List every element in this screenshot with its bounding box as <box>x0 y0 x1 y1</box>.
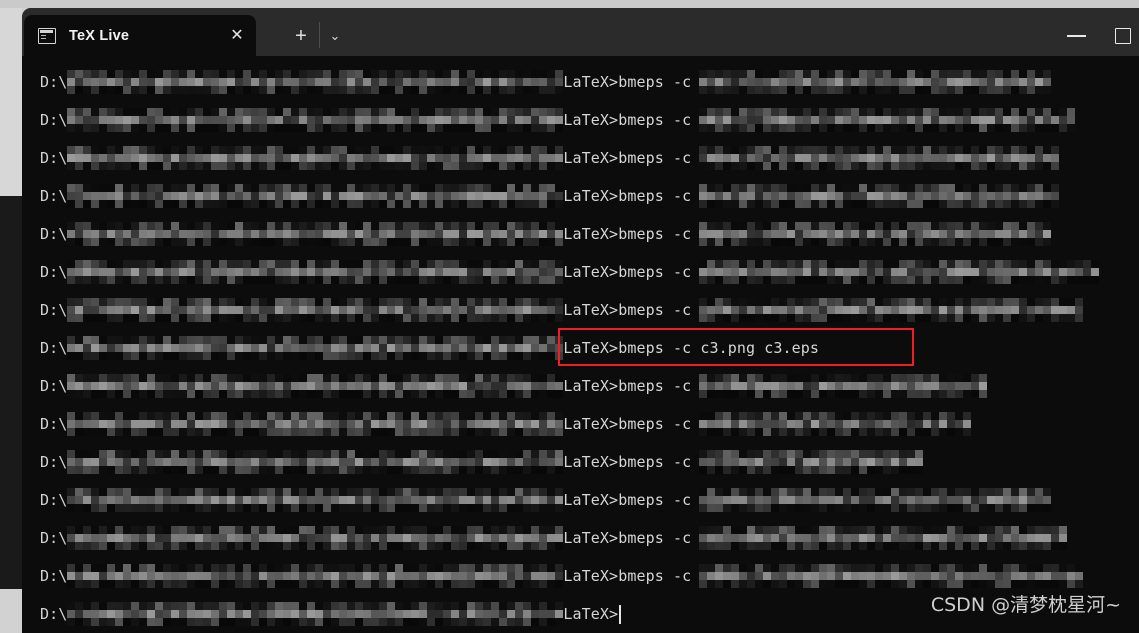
redacted-argument <box>699 298 1084 322</box>
prompt-drive: D:\ <box>40 149 68 167</box>
tab-tex-live[interactable]: TeX Live ✕ <box>24 15 256 56</box>
redacted-argument <box>699 108 1076 132</box>
command-text: LaTeX>bmeps -c <box>563 301 692 319</box>
backdrop-band-lower <box>0 589 22 633</box>
redacted-argument <box>699 184 1060 208</box>
close-tab-icon[interactable]: ✕ <box>226 25 248 47</box>
command-text: LaTeX>bmeps -c <box>563 415 692 433</box>
redacted-argument <box>699 70 1052 94</box>
command-text: LaTeX>bmeps -c <box>563 187 692 205</box>
title-bar: TeX Live ✕ + ⌄ <box>22 8 1139 56</box>
tab-title: TeX Live <box>69 27 130 44</box>
redacted-argument <box>699 374 988 398</box>
command-text: LaTeX>bmeps -c <box>563 263 692 281</box>
prompt-drive: D:\ <box>40 415 68 433</box>
redacted-argument <box>699 260 1100 284</box>
redacted-argument <box>699 488 1052 512</box>
console-line: D:\ LaTeX>bmeps -c <box>22 526 1068 550</box>
redacted-argument <box>699 146 1060 170</box>
command-text: LaTeX>bmeps -c <box>563 225 692 243</box>
console-line: D:\ LaTeX>bmeps -c <box>22 222 1052 246</box>
console-line: D:\ LaTeX>bmeps -c c3.png c3.eps <box>22 336 819 360</box>
text-cursor <box>619 604 621 624</box>
prompt-drive: D:\ <box>40 453 68 471</box>
highlighted-command: LaTeX>bmeps -c c3.png c3.eps <box>563 339 820 357</box>
console-line: D:\ LaTeX>bmeps -c <box>22 260 1100 284</box>
console-output[interactable]: D:\ LaTeX> D:\ LaTeX>bmeps -c D:\ LaTeX>bmeps… <box>22 56 1139 633</box>
chevron-down-icon[interactable]: ⌄ <box>322 24 348 48</box>
command-text: LaTeX>bmeps -c <box>563 73 692 91</box>
redacted-path <box>67 412 564 436</box>
redacted-argument <box>699 412 972 436</box>
desktop-backdrop-top <box>0 0 1139 8</box>
screen: TeX Live ✕ + ⌄ D:\ LaTeX> D:\ LaTeX>bmeps -… <box>0 0 1139 633</box>
redacted-path <box>67 602 564 626</box>
minimize-button[interactable] <box>1054 20 1100 50</box>
prompt-drive: D:\ <box>40 263 68 281</box>
redacted-argument <box>699 222 1052 246</box>
maximize-icon <box>1115 28 1131 44</box>
command-text: LaTeX>bmeps -c <box>563 111 692 129</box>
console-icon <box>38 27 56 44</box>
redacted-path <box>67 184 564 208</box>
maximize-button[interactable] <box>1100 20 1139 50</box>
redacted-path <box>67 336 564 360</box>
command-text: LaTeX>bmeps -c <box>563 567 692 585</box>
prompt-drive: D:\ <box>40 377 68 395</box>
watermark: CSDN @清梦枕星河~ <box>930 594 1121 616</box>
redacted-path <box>67 526 564 550</box>
redacted-path <box>67 146 564 170</box>
redacted-argument <box>699 450 924 474</box>
tabbar-divider <box>319 22 320 48</box>
prompt-drive: D:\ <box>40 73 68 91</box>
redacted-path <box>67 488 564 512</box>
prompt-drive: D:\ <box>40 301 68 319</box>
prompt-drive: D:\ <box>40 111 68 129</box>
redacted-path <box>67 298 564 322</box>
backdrop-band-upper <box>0 0 22 196</box>
command-text: LaTeX>bmeps -c <box>563 453 692 471</box>
redacted-argument <box>699 564 1084 588</box>
console-line: D:\ LaTeX>bmeps -c <box>22 450 924 474</box>
console-line: D:\ LaTeX>bmeps -c <box>22 70 1052 94</box>
prompt-drive: D:\ <box>40 605 68 623</box>
prompt-drive: D:\ <box>40 339 68 357</box>
command-text: LaTeX>bmeps -c <box>563 149 692 167</box>
command-text: LaTeX>bmeps -c <box>563 529 692 547</box>
console-line: D:\ LaTeX>bmeps -c <box>22 564 1084 588</box>
prompt-drive: D:\ <box>40 491 68 509</box>
redacted-path <box>67 108 564 132</box>
redacted-path <box>67 450 564 474</box>
terminal-window: TeX Live ✕ + ⌄ D:\ LaTeX> D:\ LaTeX>bmeps -… <box>22 8 1139 633</box>
prompt-drive: D:\ <box>40 529 68 547</box>
redacted-path <box>67 564 564 588</box>
redacted-path <box>67 222 564 246</box>
prompt-drive: D:\ <box>40 567 68 585</box>
minimize-icon <box>1067 35 1086 37</box>
command-text: LaTeX>bmeps -c <box>563 377 692 395</box>
redacted-path <box>67 260 564 284</box>
redacted-path <box>67 374 564 398</box>
command-text: LaTeX>bmeps -c <box>563 491 692 509</box>
console-line: D:\ LaTeX>bmeps -c <box>22 108 1076 132</box>
console-line: D:\ LaTeX>bmeps -c <box>22 146 1060 170</box>
redacted-argument <box>699 526 1068 550</box>
console-line: D:\ LaTeX> <box>22 602 621 626</box>
console-line: D:\ LaTeX>bmeps -c <box>22 184 1060 208</box>
desktop-backdrop-left <box>0 0 22 633</box>
command-text: LaTeX> <box>563 605 619 623</box>
prompt-drive: D:\ <box>40 225 68 243</box>
prompt-drive: D:\ <box>40 187 68 205</box>
console-line: D:\ LaTeX>bmeps -c <box>22 488 1052 512</box>
console-line: D:\ LaTeX>bmeps -c <box>22 298 1084 322</box>
new-tab-button[interactable]: + <box>288 24 314 48</box>
console-line: D:\ LaTeX>bmeps -c <box>22 374 988 398</box>
redacted-path <box>67 70 564 94</box>
console-line: D:\ LaTeX>bmeps -c <box>22 412 972 436</box>
